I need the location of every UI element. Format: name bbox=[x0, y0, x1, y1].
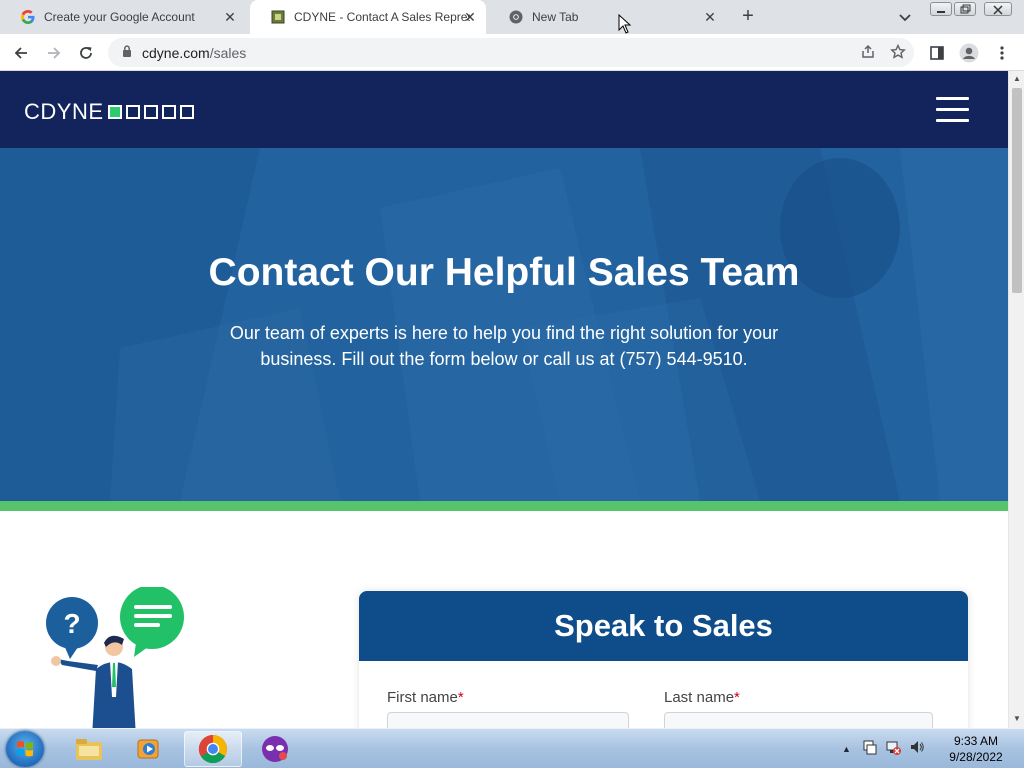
browser-tab-strip: Create your Google Account ✕ CDYNE - Con… bbox=[0, 0, 1024, 34]
menu-kebab-icon[interactable] bbox=[990, 41, 1014, 65]
network-status-icon[interactable] bbox=[885, 739, 901, 760]
first-name-label: First name* bbox=[387, 689, 464, 706]
logo-square-green bbox=[107, 105, 122, 119]
accent-divider bbox=[0, 501, 1008, 511]
logo-square bbox=[161, 105, 176, 119]
chrome-icon bbox=[508, 9, 524, 25]
reload-icon[interactable] bbox=[74, 41, 98, 65]
tab-title: Create your Google Account bbox=[44, 10, 195, 24]
app-mask-icon[interactable] bbox=[246, 731, 304, 767]
last-name-label-text: Last name bbox=[664, 689, 735, 706]
logo-square bbox=[125, 105, 140, 119]
last-name-field: Last name* bbox=[664, 689, 933, 728]
system-clock[interactable]: 9:33 AM 9/28/2022 bbox=[940, 733, 1012, 765]
share-icon[interactable] bbox=[860, 44, 876, 65]
tab-cdyne-sales[interactable]: CDYNE - Contact A Sales Represe ✕ bbox=[250, 0, 486, 34]
lock-icon bbox=[122, 44, 132, 62]
address-bar[interactable]: cdyne.com/sales bbox=[108, 38, 914, 67]
required-mark: * bbox=[457, 689, 464, 706]
url-host: cdyne.com bbox=[142, 44, 210, 61]
start-button[interactable] bbox=[6, 731, 44, 767]
google-icon bbox=[20, 9, 36, 25]
last-name-input[interactable] bbox=[664, 712, 933, 728]
first-name-input[interactable] bbox=[387, 712, 629, 728]
speak-to-sales-form: Speak to Sales First name* Last name* bbox=[359, 591, 968, 728]
site-header: CDYNE bbox=[0, 71, 1008, 148]
show-hidden-icons-icon[interactable]: ▲ bbox=[842, 744, 851, 754]
form-header: Speak to Sales bbox=[359, 591, 968, 661]
cdyne-icon bbox=[270, 9, 286, 25]
close-tab-icon[interactable]: ✕ bbox=[702, 9, 718, 25]
scroll-down-arrow-icon[interactable]: ▼ bbox=[1012, 714, 1022, 724]
tab-title: New Tab bbox=[532, 10, 579, 24]
first-name-label-text: First name bbox=[387, 689, 458, 706]
first-name-field: First name* bbox=[387, 689, 629, 728]
logo-square bbox=[143, 105, 158, 119]
close-tab-icon[interactable]: ✕ bbox=[462, 9, 478, 25]
url-path: /sales bbox=[209, 44, 247, 61]
forward-icon[interactable] bbox=[42, 41, 66, 65]
tab-title: CDYNE - Contact A Sales Represe bbox=[294, 10, 470, 24]
tab-google-account[interactable]: Create your Google Account ✕ bbox=[0, 0, 246, 34]
profile-avatar-icon[interactable] bbox=[957, 41, 981, 65]
url-text: cdyne.com/sales bbox=[142, 45, 246, 61]
file-explorer-icon[interactable] bbox=[60, 731, 118, 767]
scroll-up-arrow-icon[interactable]: ▲ bbox=[1012, 74, 1022, 84]
hero-title: Contact Our Helpful Sales Team bbox=[208, 251, 800, 294]
page-viewport: CDYNE Contact Our Helpful Sales Team Our… bbox=[0, 71, 1008, 728]
form-title: Speak to Sales bbox=[554, 608, 773, 643]
cdyne-logo[interactable]: CDYNE bbox=[24, 99, 194, 125]
mouse-cursor-icon bbox=[618, 13, 632, 34]
volume-icon[interactable] bbox=[909, 739, 925, 760]
side-panel-icon[interactable] bbox=[925, 41, 949, 65]
clock-time: 9:33 AM bbox=[953, 734, 999, 748]
required-mark: * bbox=[734, 689, 740, 706]
bookmark-star-icon[interactable] bbox=[890, 43, 906, 65]
last-name-label: Last name* bbox=[664, 689, 740, 706]
minimize-button[interactable] bbox=[930, 2, 952, 16]
scrollbar-thumb[interactable] bbox=[1012, 88, 1022, 293]
restore-button[interactable] bbox=[954, 2, 976, 16]
clock-date: 9/28/2022 bbox=[949, 750, 1003, 764]
close-window-button[interactable] bbox=[984, 2, 1012, 16]
windows-taskbar: ▲ 9:33 AM 9/28/2022 bbox=[0, 728, 1024, 768]
page-scrollbar[interactable]: ▲ ▼ bbox=[1008, 71, 1024, 728]
logo-text: CDYNE bbox=[24, 99, 104, 124]
hero-description: Our team of experts is here to help you … bbox=[229, 323, 779, 369]
chrome-taskbar-icon[interactable] bbox=[184, 731, 242, 767]
hero-banner: Contact Our Helpful Sales Team Our team … bbox=[0, 148, 1008, 501]
logo-square bbox=[179, 105, 194, 119]
browser-toolbar: cdyne.com/sales bbox=[0, 34, 1024, 71]
action-center-icon[interactable] bbox=[861, 739, 877, 760]
media-player-icon[interactable] bbox=[120, 731, 178, 767]
tab-search-icon[interactable] bbox=[896, 8, 914, 26]
system-tray: ▲ bbox=[842, 729, 925, 768]
tab-new-tab[interactable]: New Tab ✕ bbox=[488, 0, 726, 34]
new-tab-button[interactable]: + bbox=[737, 6, 759, 28]
svg-text:?: ? bbox=[63, 608, 80, 639]
back-icon[interactable] bbox=[9, 41, 33, 65]
sales-rep-illustration: ? bbox=[40, 585, 190, 728]
hamburger-menu-icon[interactable] bbox=[936, 97, 969, 123]
close-tab-icon[interactable]: ✕ bbox=[222, 9, 238, 25]
